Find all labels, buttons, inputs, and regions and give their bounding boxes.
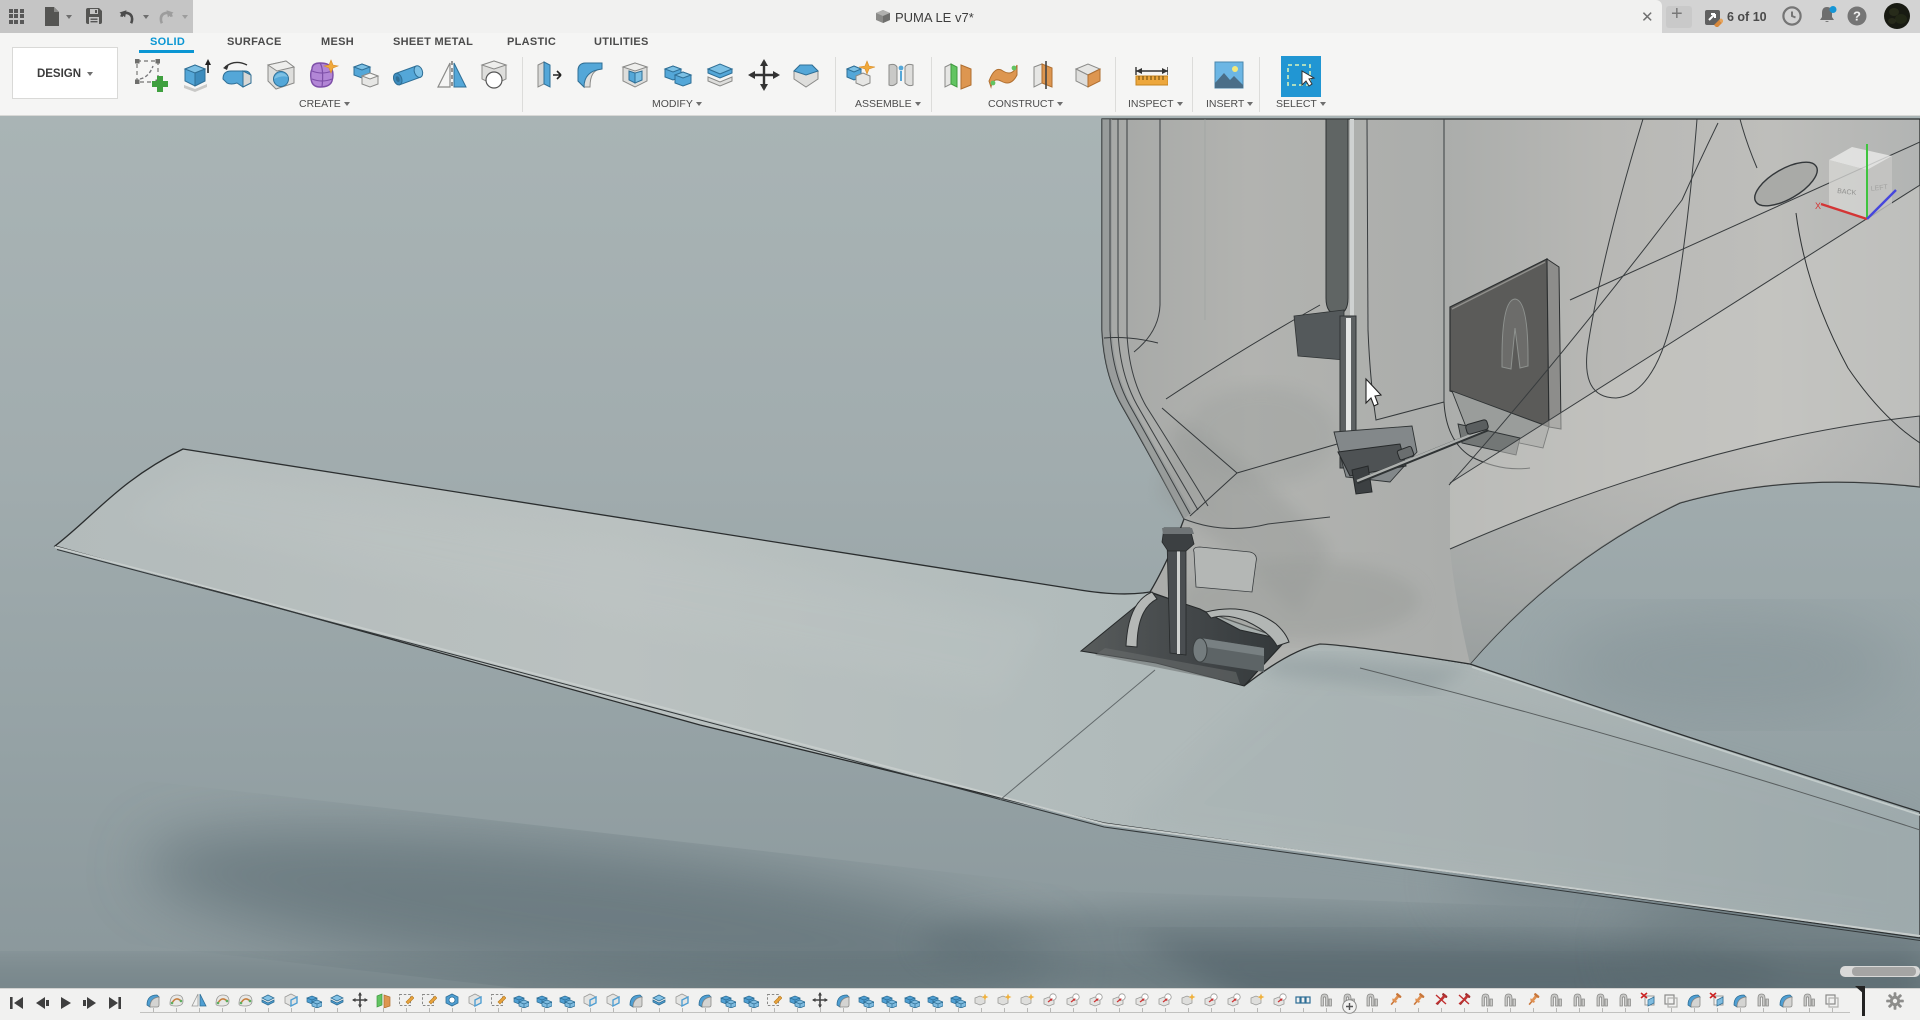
svg-text:?: ? (1853, 9, 1861, 24)
svg-text:X: X (1815, 201, 1821, 211)
